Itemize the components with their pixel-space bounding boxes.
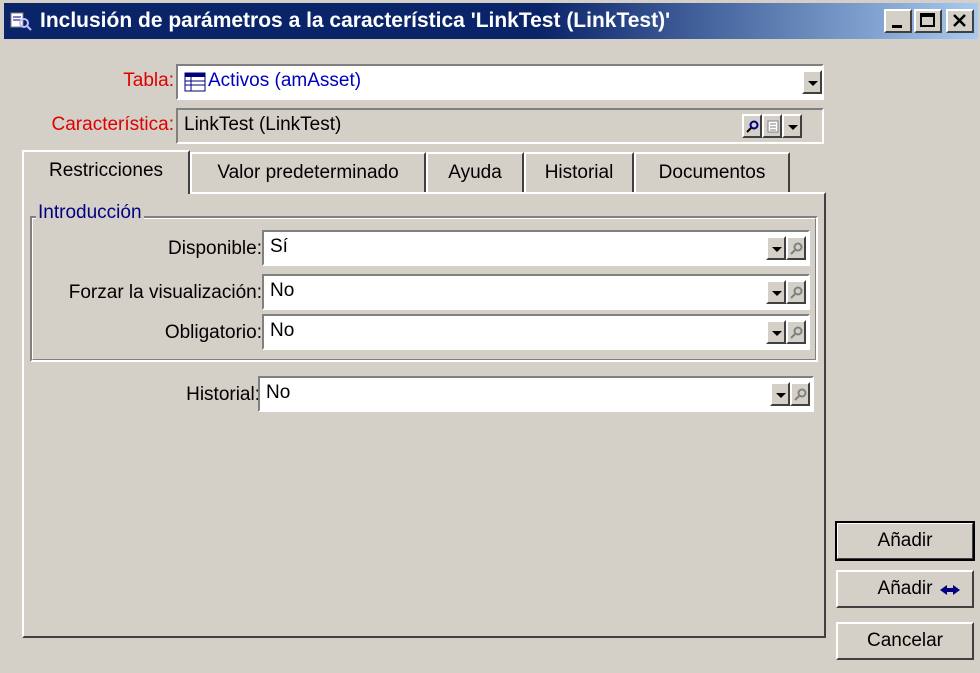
forzar-visualizacion-select[interactable]: No <box>262 274 810 310</box>
obligatorio-dropdown-button[interactable] <box>766 320 786 344</box>
chevron-down-icon <box>772 331 782 336</box>
list-detail-icon <box>767 120 779 133</box>
tab-label: Documentos <box>658 162 766 183</box>
obligatorio-value: No <box>270 320 295 341</box>
chevron-down-icon <box>788 125 798 130</box>
maximize-icon <box>920 13 935 27</box>
chevron-down-icon <box>808 81 818 86</box>
table-icon <box>184 72 206 92</box>
magnifier-icon <box>790 326 803 339</box>
tabla-dropdown-button[interactable] <box>802 70 822 94</box>
tab-label: Ayuda <box>448 162 502 183</box>
caracteristica-search-button[interactable] <box>742 114 762 138</box>
magnifier-icon <box>746 120 759 133</box>
tab-valor-predeterminado[interactable]: Valor predeterminado <box>190 152 426 192</box>
cancelar-button-label: Cancelar <box>866 630 944 651</box>
disponible-label: Disponible: <box>168 238 262 259</box>
cancelar-button[interactable]: Cancelar <box>836 622 974 660</box>
anadir-mas-button[interactable]: Añadir <box>836 570 974 608</box>
minimize-button[interactable] <box>884 9 912 33</box>
close-button[interactable] <box>946 9 974 33</box>
anadir-mas-button-label: Añadir <box>877 578 933 599</box>
tab-label: Valor predeterminado <box>217 162 399 183</box>
tab-restricciones[interactable]: Restricciones <box>22 150 190 194</box>
tab-historial[interactable]: Historial <box>524 152 634 192</box>
tabla-value: Activos (amAsset) <box>208 70 362 91</box>
tab-label: Restricciones <box>48 160 164 181</box>
caracteristica-field: LinkTest (LinkTest) <box>176 108 824 144</box>
caracteristica-value: LinkTest (LinkTest) <box>184 114 342 135</box>
window-title: Inclusión de parámetros a la característ… <box>40 9 671 32</box>
minimize-icon <box>892 25 902 28</box>
historial-label: Historial: <box>186 384 260 405</box>
tab-documentos[interactable]: Documentos <box>634 152 790 192</box>
chevron-down-icon <box>776 393 786 398</box>
anadir-button-label: Añadir <box>877 530 933 551</box>
magnifier-icon <box>794 388 807 401</box>
anadir-button[interactable]: Añadir <box>835 521 975 561</box>
maximize-button[interactable] <box>914 9 942 33</box>
historial-dropdown-button[interactable] <box>770 382 790 406</box>
magnifier-icon <box>790 242 803 255</box>
title-bar[interactable]: Inclusión de parámetros a la característ… <box>4 3 978 39</box>
close-icon <box>953 14 966 27</box>
disponible-dropdown-button[interactable] <box>766 236 786 260</box>
introduccion-group-title: Introducción <box>36 202 144 224</box>
caracteristica-label: Característica: <box>51 114 174 135</box>
historial-select[interactable]: No <box>258 376 814 412</box>
caracteristica-dropdown-button[interactable] <box>782 114 802 138</box>
tab-ayuda[interactable]: Ayuda <box>426 152 524 192</box>
disponible-value: Sí <box>270 236 288 257</box>
disponible-select[interactable]: Sí <box>262 230 810 266</box>
caracteristica-detail-button[interactable] <box>762 114 782 138</box>
forzar-dropdown-button[interactable] <box>766 280 786 304</box>
obligatorio-label: Obligatorio: <box>164 322 262 343</box>
chevron-down-icon <box>772 291 782 296</box>
forzar-search-button[interactable] <box>786 280 806 304</box>
forzar-visualizacion-value: No <box>270 280 295 301</box>
window-icon <box>10 12 32 31</box>
obligatorio-search-button[interactable] <box>786 320 806 344</box>
disponible-search-button[interactable] <box>786 236 806 260</box>
tabla-select[interactable]: Activos (amAsset) <box>176 64 824 100</box>
obligatorio-select[interactable]: No <box>262 314 810 350</box>
magnifier-icon <box>790 286 803 299</box>
tabla-label: Tabla: <box>123 70 174 91</box>
historial-value: No <box>266 382 291 403</box>
double-arrow-icon <box>940 585 960 595</box>
chevron-down-icon <box>772 247 782 252</box>
tab-label: Historial <box>544 162 614 183</box>
dialog-window: Inclusión de parámetros a la característ… <box>0 0 980 673</box>
historial-search-button[interactable] <box>790 382 810 406</box>
forzar-visualizacion-label: Forzar la visualización: <box>68 282 262 303</box>
